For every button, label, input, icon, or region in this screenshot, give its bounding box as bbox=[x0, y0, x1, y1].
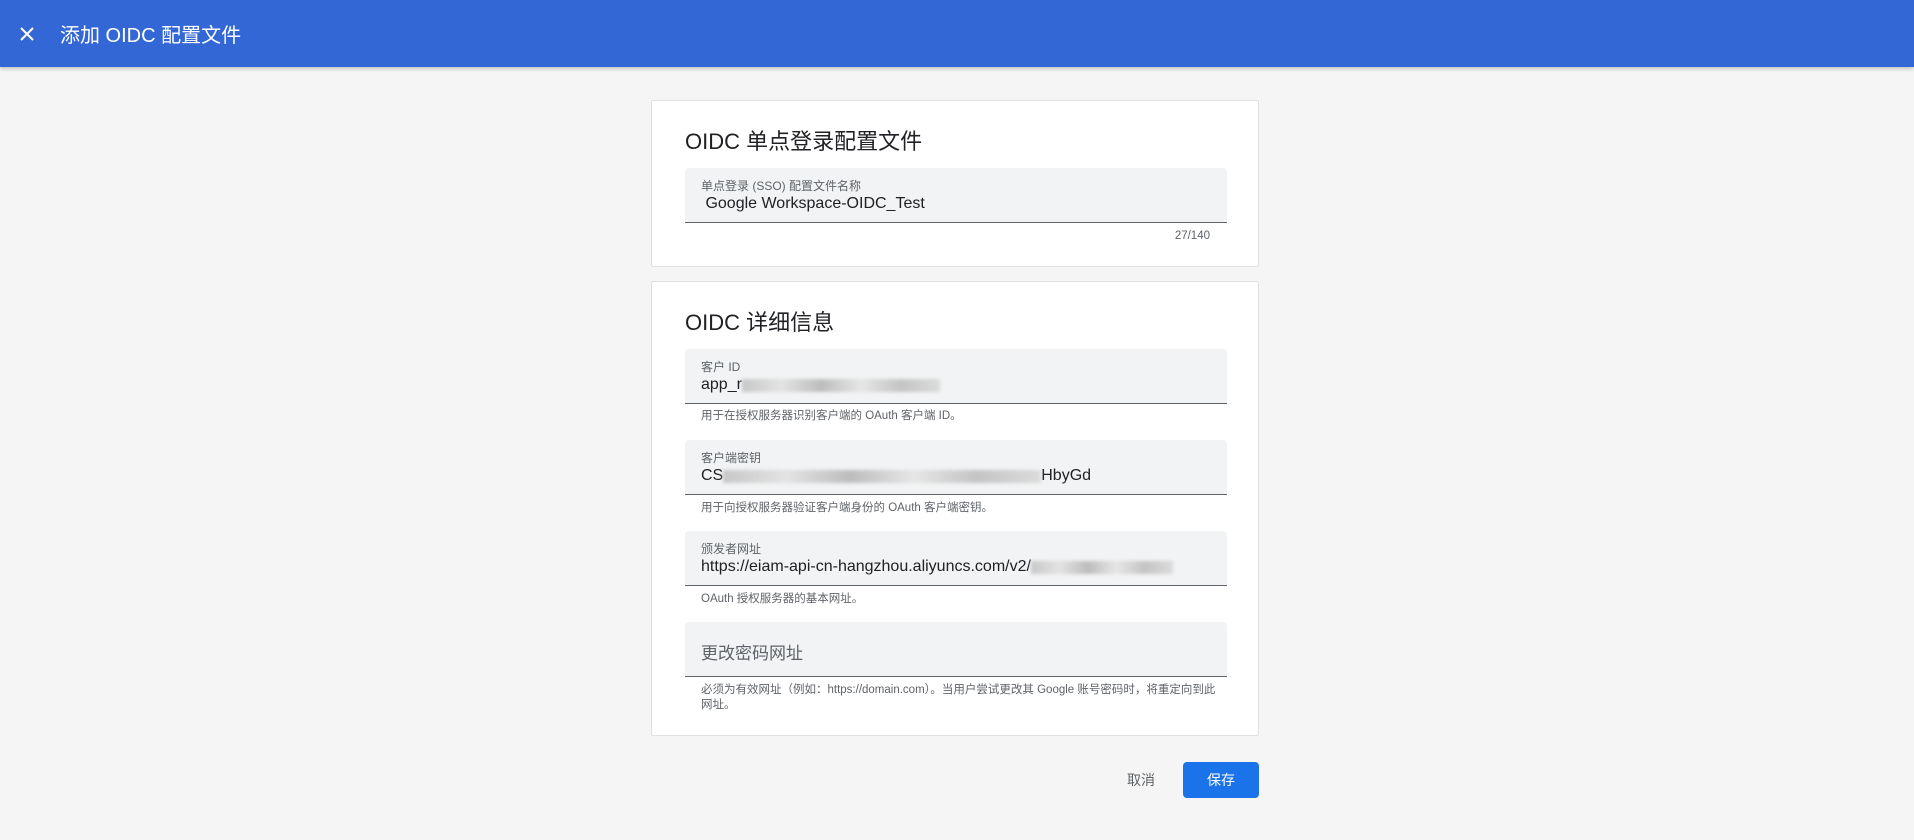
client-id-field[interactable]: 客户 ID app_r bbox=[685, 349, 1227, 404]
character-counter: 27/140 bbox=[1174, 230, 1210, 242]
oidc-details-card: OIDC 详细信息 客户 ID app_r 用于在授权服务器识别客户端的 OAu… bbox=[651, 281, 1259, 736]
close-icon bbox=[20, 26, 34, 41]
issuer-url-field[interactable]: 颁发者网址 https://eiam-api-cn-hangzhou.aliyu… bbox=[685, 531, 1227, 586]
helper-text: OAuth 授权服务器的基本网址。 bbox=[701, 593, 864, 605]
redacted-blur bbox=[741, 378, 940, 392]
client-secret-field[interactable]: 客户端密钥 CS HbyGd bbox=[685, 440, 1227, 495]
field-label: 客户 ID bbox=[701, 360, 741, 374]
helper-text: 用于在授权服务器识别客户端的 OAuth 客户端 ID。 bbox=[701, 410, 962, 422]
value-visible: CS bbox=[701, 467, 724, 484]
value-visible-suffix: HbyGd bbox=[1041, 467, 1092, 484]
sso-profile-card: OIDC 单点登录配置文件 单点登录 (SSO) 配置文件名称 Google W… bbox=[651, 100, 1259, 267]
field-label: 单点登录 (SSO) 配置文件名称 bbox=[701, 179, 862, 193]
field-value: CS HbyGd bbox=[701, 467, 1091, 485]
field-value: app_r bbox=[701, 376, 940, 394]
field-label: 颁发者网址 bbox=[701, 542, 762, 556]
value-visible: https://eiam-api-cn-hangzhou.aliyuncs.co… bbox=[701, 558, 1031, 575]
value-visible: app_r bbox=[701, 376, 742, 393]
field-value: https://eiam-api-cn-hangzhou.aliyuncs.co… bbox=[701, 558, 1173, 576]
app-header: 添加 OIDC 配置文件 bbox=[0, 0, 1914, 67]
page-title: 添加 OIDC 配置文件 bbox=[60, 25, 242, 47]
save-button[interactable]: 保存 bbox=[1183, 762, 1259, 798]
field-label: 客户端密钥 bbox=[701, 451, 762, 465]
helper-text: 用于向授权服务器验证客户端身份的 OAuth 客户端密钥。 bbox=[701, 502, 993, 514]
helper-text: 必须为有效网址（例如：https://domain.com）。当用户尝试更改其 … bbox=[701, 684, 1216, 711]
profile-name-field[interactable]: 单点登录 (SSO) 配置文件名称 Google Workspace-OIDC_… bbox=[685, 168, 1227, 223]
card-title: OIDC 详细信息 bbox=[685, 310, 835, 335]
field-value: Google Workspace-OIDC_Test bbox=[701, 195, 925, 212]
redacted-blur bbox=[723, 469, 1042, 483]
card-title: OIDC 单点登录配置文件 bbox=[685, 129, 923, 154]
redacted-blur bbox=[1030, 560, 1173, 574]
cancel-button[interactable]: 取消 bbox=[1116, 762, 1166, 798]
change-password-url-field[interactable]: 更改密码网址 bbox=[685, 622, 1227, 677]
close-button[interactable] bbox=[0, 7, 54, 61]
field-placeholder: 更改密码网址 bbox=[701, 644, 803, 663]
